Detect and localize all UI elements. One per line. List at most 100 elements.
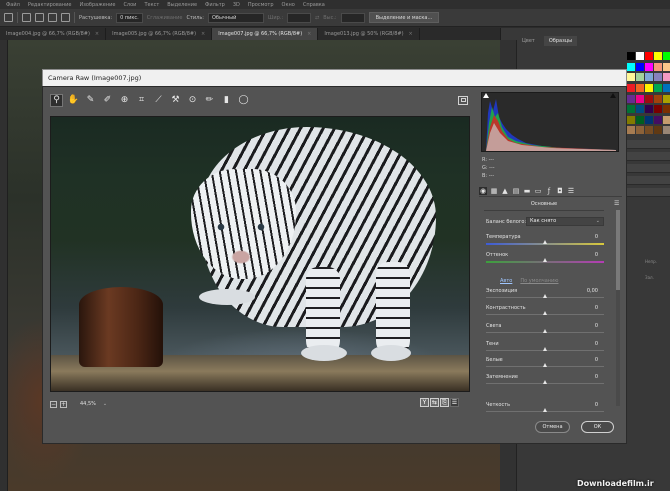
radial-filter-icon[interactable]: ◯ — [238, 95, 249, 106]
copy-settings-icon[interactable]: ⎘ — [440, 398, 449, 407]
white-balance-select[interactable]: Как снято ⌄ — [526, 217, 604, 226]
marquee-tool-icon[interactable] — [4, 13, 13, 22]
swatch[interactable] — [663, 83, 670, 92]
slider-7[interactable]: Белые 0 — [486, 357, 604, 371]
tab-document[interactable]: Image004.jpg @ 66,7% (RGB/8#) × — [0, 28, 107, 40]
swatch[interactable] — [654, 52, 662, 60]
slider-8[interactable]: Затемнение 0 — [486, 374, 604, 388]
swatch[interactable] — [636, 115, 644, 124]
hsl-icon[interactable]: ▤ — [512, 187, 520, 195]
swatches-grid[interactable] — [627, 52, 670, 136]
panel-row[interactable] — [627, 140, 670, 149]
swatch[interactable] — [645, 73, 653, 82]
menu-item[interactable]: Фильтр — [205, 2, 225, 8]
zoom-level[interactable]: 44,5% — [80, 401, 96, 407]
close-icon[interactable]: × — [201, 31, 205, 37]
camera-raw-title-bar[interactable]: Camera Raw (Image007.jpg) — [42, 69, 627, 86]
swatch[interactable] — [627, 83, 635, 92]
target-adjust-icon[interactable]: ⊕ — [119, 95, 130, 106]
swatch[interactable] — [636, 105, 644, 114]
swatch[interactable] — [663, 115, 670, 124]
preview-preferences-icon[interactable]: ☰ — [450, 398, 459, 407]
slider-value[interactable]: 0 — [595, 323, 598, 329]
swatch[interactable] — [636, 62, 644, 71]
slider-value[interactable]: 0 — [595, 252, 598, 258]
straighten-icon[interactable]: ⟋ — [153, 95, 164, 106]
swatch[interactable] — [627, 126, 635, 135]
auto-link[interactable]: Авто — [500, 278, 512, 284]
feather-input[interactable]: 0 пикс. — [116, 12, 143, 23]
slider-thumb[interactable] — [542, 329, 547, 333]
new-selection-icon[interactable] — [22, 13, 31, 22]
swatch[interactable] — [627, 105, 635, 114]
crop-icon[interactable]: ⌗ — [136, 95, 147, 106]
red-eye-icon[interactable]: ⊙ — [187, 95, 198, 106]
shadow-clipping-icon[interactable] — [483, 93, 489, 98]
menu-item[interactable]: Справка — [303, 2, 325, 8]
zoom-out-button[interactable]: − — [50, 400, 57, 408]
swatch[interactable] — [636, 52, 644, 60]
swatch[interactable] — [636, 126, 644, 135]
slider-value[interactable]: 0 — [595, 374, 598, 380]
tab-swatches[interactable]: Образцы — [543, 36, 578, 46]
swatch[interactable] — [627, 94, 635, 103]
subtract-selection-icon[interactable] — [48, 13, 57, 22]
menu-item[interactable]: Выделение — [167, 2, 197, 8]
swatch[interactable] — [645, 83, 653, 92]
slider-thumb[interactable] — [542, 258, 547, 262]
default-link[interactable]: По умолчанию — [520, 278, 558, 284]
menu-item[interactable]: Файл — [6, 2, 20, 8]
swatch[interactable] — [627, 115, 635, 124]
image-preview[interactable] — [50, 116, 470, 392]
width-input[interactable] — [287, 12, 312, 23]
lens-corrections-icon[interactable]: ▭ — [534, 187, 542, 195]
slider-value[interactable]: 0 — [595, 402, 598, 408]
intersect-selection-icon[interactable] — [61, 13, 70, 22]
tools-panel[interactable] — [0, 40, 8, 491]
swatch[interactable] — [654, 94, 662, 103]
add-selection-icon[interactable] — [35, 13, 44, 22]
tab-color[interactable]: Цвет — [517, 36, 540, 46]
zoom-icon[interactable]: ⚲ — [50, 94, 63, 107]
chevron-down-icon[interactable]: ⌄ — [103, 401, 107, 407]
eyedropper-icon[interactable]: ✎ — [85, 95, 96, 106]
select-and-mask-button[interactable]: Выделение и маска... — [368, 12, 440, 23]
swatch[interactable] — [636, 73, 644, 82]
swatch[interactable] — [663, 105, 670, 114]
menu-item[interactable]: Редактирование — [28, 2, 72, 8]
slider-6[interactable]: Тени 0 — [486, 341, 604, 355]
swatch[interactable] — [645, 62, 653, 71]
style-select[interactable]: Обычный — [207, 12, 264, 23]
before-after-toggle[interactable]: Y — [420, 398, 429, 407]
menu-item[interactable]: Изображение — [79, 2, 115, 8]
close-icon[interactable]: × — [409, 31, 413, 37]
swatch[interactable] — [645, 52, 653, 60]
slider-thumb[interactable] — [542, 408, 547, 412]
slider-4[interactable]: Контрастность 0 — [486, 305, 604, 319]
close-icon[interactable]: × — [307, 31, 311, 37]
slider-thumb[interactable] — [542, 311, 547, 315]
menu-item[interactable]: Окно — [282, 2, 295, 8]
panel-row[interactable] — [627, 152, 670, 161]
swatch[interactable] — [654, 73, 662, 82]
slider-thumb[interactable] — [542, 380, 547, 384]
menu-item[interactable]: Просмотр — [248, 2, 274, 8]
menu-item[interactable]: 3D — [233, 2, 240, 8]
tone-curve-icon[interactable]: ▦ — [490, 187, 498, 195]
slider-9[interactable]: Четкость 0 — [486, 402, 604, 416]
swatch[interactable] — [663, 73, 670, 82]
panel-row[interactable] — [627, 164, 670, 173]
slider-5[interactable]: Света 0 — [486, 323, 604, 337]
swatch[interactable] — [627, 52, 635, 60]
panel-row[interactable] — [627, 188, 670, 197]
swatch[interactable] — [663, 52, 670, 60]
close-icon[interactable]: × — [95, 31, 99, 37]
panel-scrollbar-thumb[interactable] — [616, 210, 620, 290]
menu-item[interactable]: Слои — [123, 2, 136, 8]
slider-value[interactable]: 0 — [595, 234, 598, 240]
swatch[interactable] — [654, 83, 662, 92]
swatch[interactable] — [654, 126, 662, 135]
basic-panel-icon[interactable]: ◉ — [479, 187, 487, 195]
tab-document[interactable]: Image013.jpg @ 50% (RGB/8#) × — [318, 28, 420, 40]
slider-thumb[interactable] — [542, 347, 547, 351]
